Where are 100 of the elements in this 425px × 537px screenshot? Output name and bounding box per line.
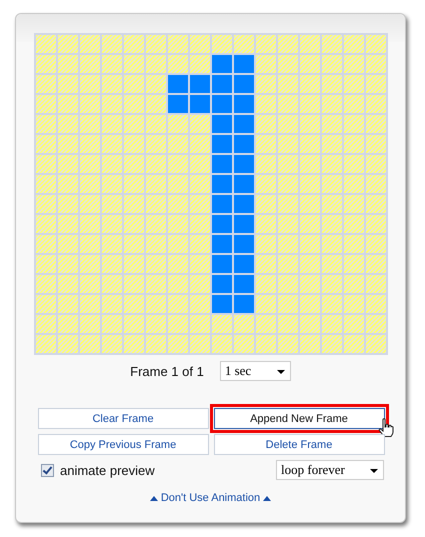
empty-pixel[interactable] xyxy=(58,115,78,133)
empty-pixel[interactable] xyxy=(278,315,298,333)
empty-pixel[interactable] xyxy=(322,195,342,213)
empty-pixel[interactable] xyxy=(36,55,56,73)
empty-pixel[interactable] xyxy=(124,175,144,193)
empty-pixel[interactable] xyxy=(322,95,342,113)
empty-pixel[interactable] xyxy=(278,135,298,153)
empty-pixel[interactable] xyxy=(278,75,298,93)
empty-pixel[interactable] xyxy=(36,155,56,173)
empty-pixel[interactable] xyxy=(58,55,78,73)
empty-pixel[interactable] xyxy=(80,255,100,273)
empty-pixel[interactable] xyxy=(366,95,386,113)
filled-pixel[interactable] xyxy=(234,135,254,153)
empty-pixel[interactable] xyxy=(124,75,144,93)
empty-pixel[interactable] xyxy=(190,175,210,193)
empty-pixel[interactable] xyxy=(344,295,364,313)
empty-pixel[interactable] xyxy=(146,95,166,113)
filled-pixel[interactable] xyxy=(212,155,232,173)
empty-pixel[interactable] xyxy=(80,215,100,233)
empty-pixel[interactable] xyxy=(102,75,122,93)
empty-pixel[interactable] xyxy=(168,295,188,313)
filled-pixel[interactable] xyxy=(190,95,210,113)
empty-pixel[interactable] xyxy=(344,255,364,273)
empty-pixel[interactable] xyxy=(102,255,122,273)
empty-pixel[interactable] xyxy=(300,55,320,73)
empty-pixel[interactable] xyxy=(80,335,100,353)
empty-pixel[interactable] xyxy=(190,275,210,293)
empty-pixel[interactable] xyxy=(212,315,232,333)
empty-pixel[interactable] xyxy=(124,275,144,293)
empty-pixel[interactable] xyxy=(124,215,144,233)
filled-pixel[interactable] xyxy=(212,175,232,193)
empty-pixel[interactable] xyxy=(256,255,276,273)
empty-pixel[interactable] xyxy=(278,175,298,193)
empty-pixel[interactable] xyxy=(80,115,100,133)
empty-pixel[interactable] xyxy=(36,215,56,233)
empty-pixel[interactable] xyxy=(344,315,364,333)
empty-pixel[interactable] xyxy=(58,255,78,273)
empty-pixel[interactable] xyxy=(80,135,100,153)
empty-pixel[interactable] xyxy=(234,335,254,353)
empty-pixel[interactable] xyxy=(366,55,386,73)
empty-pixel[interactable] xyxy=(278,295,298,313)
empty-pixel[interactable] xyxy=(146,55,166,73)
empty-pixel[interactable] xyxy=(80,55,100,73)
empty-pixel[interactable] xyxy=(344,235,364,253)
filled-pixel[interactable] xyxy=(190,75,210,93)
empty-pixel[interactable] xyxy=(58,155,78,173)
empty-pixel[interactable] xyxy=(322,235,342,253)
empty-pixel[interactable] xyxy=(322,115,342,133)
empty-pixel[interactable] xyxy=(36,35,56,53)
empty-pixel[interactable] xyxy=(366,35,386,53)
action-button[interactable]: Copy Previous Frame xyxy=(38,434,208,455)
empty-pixel[interactable] xyxy=(300,155,320,173)
filled-pixel[interactable] xyxy=(234,195,254,213)
empty-pixel[interactable] xyxy=(366,295,386,313)
empty-pixel[interactable] xyxy=(344,275,364,293)
empty-pixel[interactable] xyxy=(256,215,276,233)
empty-pixel[interactable] xyxy=(102,195,122,213)
filled-pixel[interactable] xyxy=(234,215,254,233)
empty-pixel[interactable] xyxy=(344,115,364,133)
empty-pixel[interactable] xyxy=(168,255,188,273)
empty-pixel[interactable] xyxy=(322,315,342,333)
empty-pixel[interactable] xyxy=(278,35,298,53)
action-button[interactable]: Clear Frame xyxy=(38,408,208,429)
empty-pixel[interactable] xyxy=(278,255,298,273)
empty-pixel[interactable] xyxy=(300,255,320,273)
empty-pixel[interactable] xyxy=(36,75,56,93)
empty-pixel[interactable] xyxy=(256,335,276,353)
empty-pixel[interactable] xyxy=(36,115,56,133)
empty-pixel[interactable] xyxy=(80,295,100,313)
empty-pixel[interactable] xyxy=(190,215,210,233)
empty-pixel[interactable] xyxy=(190,55,210,73)
empty-pixel[interactable] xyxy=(168,215,188,233)
filled-pixel[interactable] xyxy=(212,275,232,293)
filled-pixel[interactable] xyxy=(212,115,232,133)
empty-pixel[interactable] xyxy=(168,55,188,73)
empty-pixel[interactable] xyxy=(366,175,386,193)
empty-pixel[interactable] xyxy=(80,235,100,253)
empty-pixel[interactable] xyxy=(168,115,188,133)
empty-pixel[interactable] xyxy=(344,35,364,53)
empty-pixel[interactable] xyxy=(124,95,144,113)
empty-pixel[interactable] xyxy=(322,255,342,273)
empty-pixel[interactable] xyxy=(278,195,298,213)
empty-pixel[interactable] xyxy=(366,235,386,253)
empty-pixel[interactable] xyxy=(190,295,210,313)
empty-pixel[interactable] xyxy=(366,255,386,273)
empty-pixel[interactable] xyxy=(58,95,78,113)
empty-pixel[interactable] xyxy=(124,315,144,333)
empty-pixel[interactable] xyxy=(102,135,122,153)
empty-pixel[interactable] xyxy=(256,155,276,173)
empty-pixel[interactable] xyxy=(102,55,122,73)
empty-pixel[interactable] xyxy=(168,175,188,193)
empty-pixel[interactable] xyxy=(146,135,166,153)
empty-pixel[interactable] xyxy=(278,235,298,253)
empty-pixel[interactable] xyxy=(256,115,276,133)
empty-pixel[interactable] xyxy=(300,75,320,93)
filled-pixel[interactable] xyxy=(212,195,232,213)
empty-pixel[interactable] xyxy=(300,295,320,313)
empty-pixel[interactable] xyxy=(344,55,364,73)
empty-pixel[interactable] xyxy=(124,235,144,253)
empty-pixel[interactable] xyxy=(278,95,298,113)
